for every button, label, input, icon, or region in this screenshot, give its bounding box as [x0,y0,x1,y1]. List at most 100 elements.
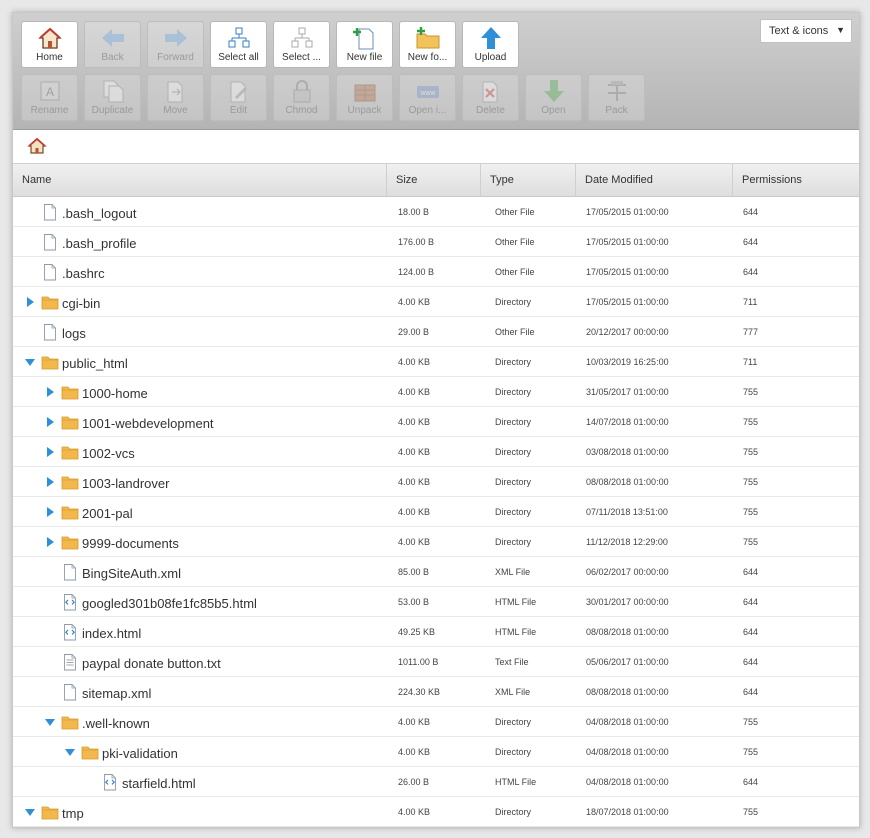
table-row[interactable]: index.html 49.25 KB HTML File 08/08/2018 01… [13,617,859,647]
duplicate-button[interactable]: Duplicate [84,74,141,121]
select-all-button[interactable]: Select all [210,21,267,68]
file-name[interactable]: .bashrc [62,259,105,289]
folder-icon [81,746,99,760]
upload-button[interactable]: Upload [462,21,519,68]
rename-button[interactable]: A Rename [21,74,78,121]
expand-arrow-icon[interactable] [45,537,55,547]
table-row[interactable]: 1001-webdevelopment 4.00 KB Directory 14/07… [13,407,859,437]
pack-button[interactable]: Pack [588,74,645,121]
home-icon[interactable] [27,136,47,156]
column-header-permissions[interactable]: Permissions [733,164,859,196]
table-row[interactable]: 1000-home 4.00 KB Directory 31/05/2017 01:0… [13,377,859,407]
name-cell: .bash_profile [13,227,387,257]
table-row[interactable]: starfield.html 26.00 B HTML File 04/08/2018… [13,767,859,797]
table-row[interactable]: logs 29.00 B Other File 20/12/2017 00:00:00… [13,317,859,347]
table-row[interactable]: 1002-vcs 4.00 KB Directory 03/08/2018 01:00… [13,437,859,467]
permissions: 755 [743,807,759,817]
file-name[interactable]: sitemap.xml [82,679,151,709]
expand-arrow-icon[interactable] [45,417,55,427]
file-name[interactable]: .bash_profile [62,229,136,259]
column-header-date[interactable]: Date Modified [576,164,733,196]
expand-arrow-icon[interactable] [25,297,35,307]
name-cell: index.html [13,617,387,647]
expand-arrow-icon[interactable] [45,507,55,517]
file-name[interactable]: index.html [82,619,141,649]
file-type: Other File [495,237,535,247]
column-header-type[interactable]: Type [481,164,576,196]
open-in-button[interactable]: www Open i... [399,74,456,121]
new-file-button[interactable]: New file [336,21,393,68]
file-name[interactable]: .bash_logout [62,199,136,229]
new-folder-button[interactable]: New fo... [399,21,456,68]
expand-arrow-icon[interactable] [45,447,55,457]
file-name[interactable]: 2001-pal [82,499,133,529]
file-name[interactable]: paypal donate button.txt [82,649,221,679]
date-modified: 17/05/2015 01:00:00 [586,237,669,247]
table-row[interactable]: paypal donate button.txt 1011.00 B Text Fi… [13,647,859,677]
table-row[interactable]: 9999-documents 4.00 KB Directory 11/12/2018… [13,527,859,557]
file-name[interactable]: 1001-webdevelopment [82,409,214,439]
expand-arrow-icon[interactable] [45,387,55,397]
table-row[interactable]: sitemap.xml 224.30 KB XML File 08/08/2018 0… [13,677,859,707]
date-modified: 31/05/2017 01:00:00 [586,387,669,397]
table-row[interactable]: cgi-bin 4.00 KB Directory 17/05/2015 01:00:… [13,287,859,317]
column-header-size[interactable]: Size [387,164,481,196]
date-modified: 03/08/2018 01:00:00 [586,447,669,457]
edit-button[interactable]: Edit [210,74,267,121]
file-name[interactable]: starfield.html [122,769,196,799]
table-row[interactable]: 2001-pal 4.00 KB Directory 07/11/2018 13:51… [13,497,859,527]
chmod-button[interactable]: Chmod [273,74,330,121]
file-size: 4.00 KB [398,807,431,817]
forward-button[interactable]: Forward [147,21,204,68]
file-type: XML File [495,687,531,697]
permissions: 755 [743,537,759,547]
table-row[interactable]: .well-known 4.00 KB Directory 04/08/2018 01… [13,707,859,737]
toolbar-row-secondary: A Rename Duplicate Move Edit Chmod Unpack www Op… [21,74,645,121]
html-file-icon [104,774,116,791]
file-name[interactable]: 1003-landrover [82,469,169,499]
view-mode-select[interactable]: Text & icons ▼ [760,19,852,43]
name-cell: .well-known [13,707,387,737]
file-name[interactable]: public_html [62,349,128,379]
column-header-name[interactable]: Name [13,164,387,196]
folder-icon [41,356,59,370]
delete-button[interactable]: Delete [462,74,519,121]
back-button[interactable]: Back [84,21,141,68]
file-name[interactable]: 9999-documents [82,529,179,559]
name-cell: 1002-vcs [13,437,387,467]
collapse-arrow-icon[interactable] [25,807,35,817]
file-name[interactable]: 1002-vcs [82,439,135,469]
file-name[interactable]: logs [62,319,86,349]
table-row[interactable]: .bash_logout 18.00 B Other File 17/05/2015 … [13,197,859,227]
collapse-arrow-icon[interactable] [45,717,55,727]
expand-arrow-icon[interactable] [45,477,55,487]
collapse-arrow-icon[interactable] [65,747,75,757]
table-row[interactable]: public_html 4.00 KB Directory 10/03/2019 16… [13,347,859,377]
table-row[interactable]: BingSiteAuth.xml 85.00 B XML File 06/02/201… [13,557,859,587]
table-row[interactable]: pki-validation 4.00 KB Directory 04/08/2018… [13,737,859,767]
date-modified: 20/12/2017 00:00:00 [586,327,669,337]
permissions: 755 [743,507,759,517]
table-row[interactable]: 1003-landrover 4.00 KB Directory 08/08/2018… [13,467,859,497]
table-row[interactable]: tmp 4.00 KB Directory 18/07/2018 01:00:00 75… [13,797,859,827]
file-name[interactable]: tmp [62,799,84,827]
home-button[interactable]: Home [21,21,78,68]
back-arrow-icon [101,29,124,47]
unpack-button[interactable]: Unpack [336,74,393,121]
file-name[interactable]: pki-validation [102,739,178,769]
file-name[interactable]: .well-known [82,709,150,739]
file-name[interactable]: 1000-home [82,379,148,409]
file-type: Directory [495,717,532,727]
file-size: 29.00 B [398,327,430,337]
file-name[interactable]: googled301b08fe1fc85b5.html [82,589,257,619]
file-name[interactable]: cgi-bin [62,289,100,319]
collapse-arrow-icon[interactable] [25,357,35,367]
select-none-button[interactable]: Select ... [273,21,330,68]
table-row[interactable]: .bash_profile 176.00 B Other File 17/05/201… [13,227,859,257]
table-row[interactable]: googled301b08fe1fc85b5.html 53.00 B HTML F… [13,587,859,617]
file-name[interactable]: BingSiteAuth.xml [82,559,181,589]
table-row[interactable]: .bashrc 124.00 B Other File 17/05/2015 01:0… [13,257,859,287]
move-button[interactable]: Move [147,74,204,121]
open-button[interactable]: Open [525,74,582,121]
file-icon [44,264,56,281]
